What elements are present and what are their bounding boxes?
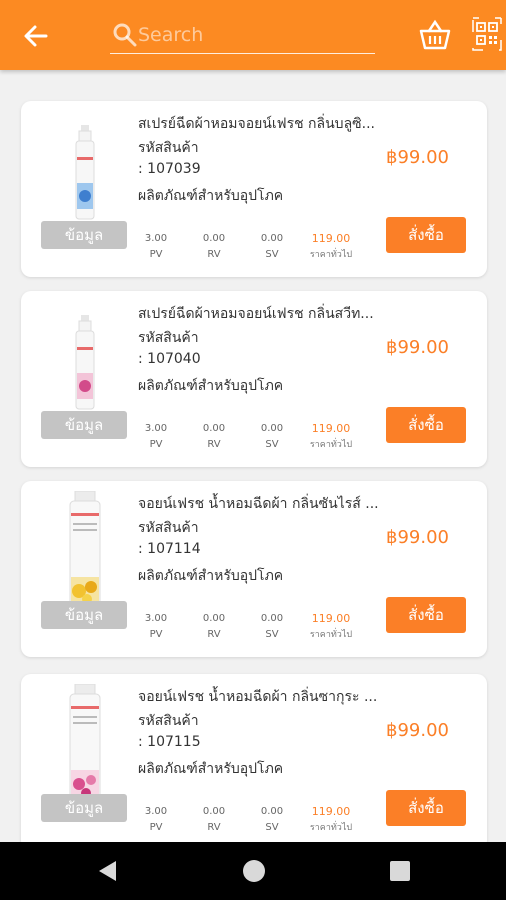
product-code-label: รหัสสินค้า <box>138 140 199 156</box>
product-code-label: รหัสสินค้า <box>138 713 199 729</box>
rv-value: 0.00 <box>202 806 226 817</box>
sv-label: SV <box>265 629 279 640</box>
order-button[interactable]: สั่งซื้อ <box>386 217 466 253</box>
search-input[interactable] <box>138 22 368 48</box>
rv-label: RV <box>207 822 221 833</box>
product-price: ฿99.00 <box>386 720 449 741</box>
product-price: ฿99.00 <box>386 337 449 358</box>
retail-price-label: ราคาทั่วไป <box>309 250 353 260</box>
product-list[interactable]: ข้อมูล สเปรย์ฉีดผ้าหอมจอยน์เฟรช กลิ่นบลู… <box>0 70 506 842</box>
retail-price: 119.00 <box>311 612 351 625</box>
retail-price-label: ราคาทั่วไป <box>309 630 353 640</box>
back-arrow-icon[interactable] <box>20 20 52 52</box>
sv-label: SV <box>265 822 279 833</box>
pv-label: PV <box>149 249 163 260</box>
product-price: ฿99.00 <box>386 147 449 168</box>
sv-value: 0.00 <box>260 233 284 244</box>
product-name: สเปรย์ฉีดผ้าหอมจอยน์เฟรช กลิ่นบลูซิ... <box>138 116 375 132</box>
retail-price-label: ราคาทั่วไป <box>309 823 353 833</box>
product-category: ผลิตภัณฑ์สำหรับอุปโภค <box>138 568 284 584</box>
retail-price-block: 119.00 ราคาทั่วไป <box>303 804 359 836</box>
pv-metric: 3.00 PV <box>131 421 181 453</box>
rv-metric: 0.00 RV <box>189 611 239 643</box>
sv-value: 0.00 <box>260 806 284 817</box>
retail-price: 119.00 <box>311 232 351 245</box>
nav-home-icon[interactable] <box>243 860 265 882</box>
nav-back-icon[interactable] <box>96 859 118 883</box>
pv-label: PV <box>149 629 163 640</box>
search-bar <box>110 18 375 54</box>
pv-value: 3.00 <box>144 233 168 244</box>
info-button[interactable]: ข้อมูล <box>41 411 127 439</box>
product-code: : 107115 <box>138 734 201 750</box>
product-name: จอยน์เฟรช น้ำหอมฉีดผ้า กลิ่นซากุระ ... <box>138 689 378 705</box>
rv-metric: 0.00 RV <box>189 421 239 453</box>
sv-metric: 0.00 SV <box>247 611 297 643</box>
order-button[interactable]: สั่งซื้อ <box>386 597 466 633</box>
retail-price-label: ราคาทั่วไป <box>309 440 353 450</box>
info-button[interactable]: ข้อมูล <box>41 601 127 629</box>
product-code-label: รหัสสินค้า <box>138 520 199 536</box>
rv-label: RV <box>207 249 221 260</box>
qr-code-icon[interactable] <box>472 17 502 51</box>
product-code-label: รหัสสินค้า <box>138 330 199 346</box>
product-card[interactable]: ข้อมูล จอยน์เฟรช น้ำหอมฉีดผ้า กลิ่นซันไร… <box>21 481 487 657</box>
sv-metric: 0.00 SV <box>247 804 297 836</box>
rv-label: RV <box>207 629 221 640</box>
sv-value: 0.00 <box>260 423 284 434</box>
rv-metric: 0.00 RV <box>189 231 239 263</box>
rv-metric: 0.00 RV <box>189 804 239 836</box>
sv-label: SV <box>265 249 279 260</box>
product-code: : 107114 <box>138 541 201 557</box>
product-image <box>69 491 101 610</box>
product-category: ผลิตภัณฑ์สำหรับอุปโภค <box>138 188 284 204</box>
top-app-bar <box>0 0 506 70</box>
sv-metric: 0.00 SV <box>247 231 297 263</box>
sv-metric: 0.00 SV <box>247 421 297 453</box>
pv-label: PV <box>149 822 163 833</box>
system-navigation-bar <box>0 842 506 900</box>
product-card[interactable]: ข้อมูล สเปรย์ฉีดผ้าหอมจอยน์เฟรช กลิ่นสวี… <box>21 291 487 467</box>
product-category: ผลิตภัณฑ์สำหรับอุปโภค <box>138 378 284 394</box>
info-button[interactable]: ข้อมูล <box>41 794 127 822</box>
product-code: : 107039 <box>138 161 201 177</box>
pv-value: 3.00 <box>144 423 168 434</box>
rv-label: RV <box>207 439 221 450</box>
rv-value: 0.00 <box>202 233 226 244</box>
order-button[interactable]: สั่งซื้อ <box>386 407 466 443</box>
product-image <box>69 684 101 803</box>
search-icon <box>113 23 137 47</box>
retail-price-block: 119.00 ราคาทั่วไป <box>303 421 359 453</box>
product-card[interactable]: ข้อมูล จอยน์เฟรช น้ำหอมฉีดผ้า กลิ่นซากุร… <box>21 674 487 842</box>
product-card[interactable]: ข้อมูล สเปรย์ฉีดผ้าหอมจอยน์เฟรช กลิ่นบลู… <box>21 101 487 277</box>
product-image <box>75 315 95 410</box>
rv-value: 0.00 <box>202 613 226 624</box>
pv-value: 3.00 <box>144 806 168 817</box>
retail-price-block: 119.00 ราคาทั่วไป <box>303 611 359 643</box>
product-price: ฿99.00 <box>386 527 449 548</box>
sv-label: SV <box>265 439 279 450</box>
pv-metric: 3.00 PV <box>131 804 181 836</box>
rv-value: 0.00 <box>202 423 226 434</box>
product-category: ผลิตภัณฑ์สำหรับอุปโภค <box>138 761 284 777</box>
retail-price-block: 119.00 ราคาทั่วไป <box>303 231 359 263</box>
pv-label: PV <box>149 439 163 450</box>
info-button[interactable]: ข้อมูล <box>41 221 127 249</box>
pv-metric: 3.00 PV <box>131 611 181 643</box>
order-button[interactable]: สั่งซื้อ <box>386 790 466 826</box>
retail-price: 119.00 <box>311 805 351 818</box>
pv-metric: 3.00 PV <box>131 231 181 263</box>
product-code: : 107040 <box>138 351 201 367</box>
product-name: สเปรย์ฉีดผ้าหอมจอยน์เฟรช กลิ่นสวีท... <box>138 306 374 322</box>
nav-recent-apps-icon[interactable] <box>390 861 410 881</box>
sv-value: 0.00 <box>260 613 284 624</box>
product-name: จอยน์เฟรช น้ำหอมฉีดผ้า กลิ่นซันไรส์ ... <box>138 496 379 512</box>
product-image <box>75 125 95 220</box>
pv-value: 3.00 <box>144 613 168 624</box>
retail-price: 119.00 <box>311 422 351 435</box>
basket-icon[interactable] <box>418 19 452 51</box>
